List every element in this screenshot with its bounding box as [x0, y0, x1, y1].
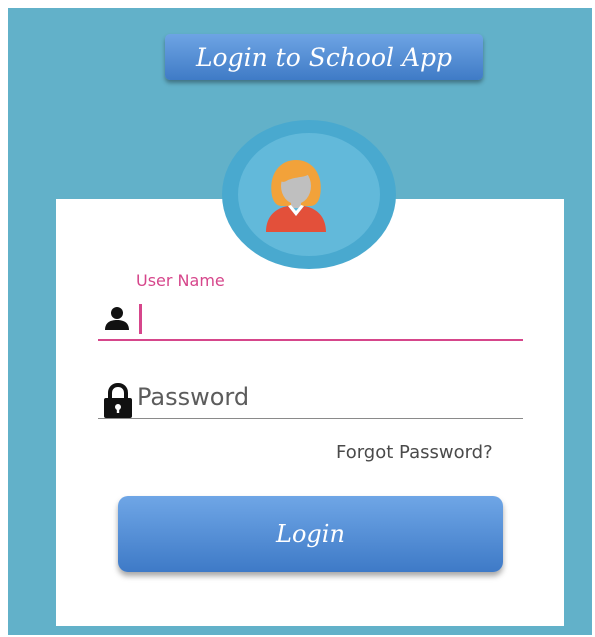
username-input[interactable]	[138, 300, 520, 336]
password-input[interactable]	[137, 379, 519, 415]
password-underline	[98, 418, 523, 419]
username-label: User Name	[136, 271, 225, 290]
forgot-password-link[interactable]: Forgot Password?	[336, 442, 493, 463]
login-button[interactable]: Login	[118, 496, 503, 572]
app-screen: Login to School App User Name Forgot Pas…	[8, 8, 592, 635]
person-icon	[105, 307, 129, 330]
user-avatar-icon	[266, 160, 326, 232]
page-title: Login to School App	[195, 42, 453, 72]
title-banner: Login to School App	[165, 34, 483, 80]
username-underline	[98, 339, 523, 341]
lock-icon	[104, 383, 132, 418]
text-cursor	[139, 304, 142, 334]
